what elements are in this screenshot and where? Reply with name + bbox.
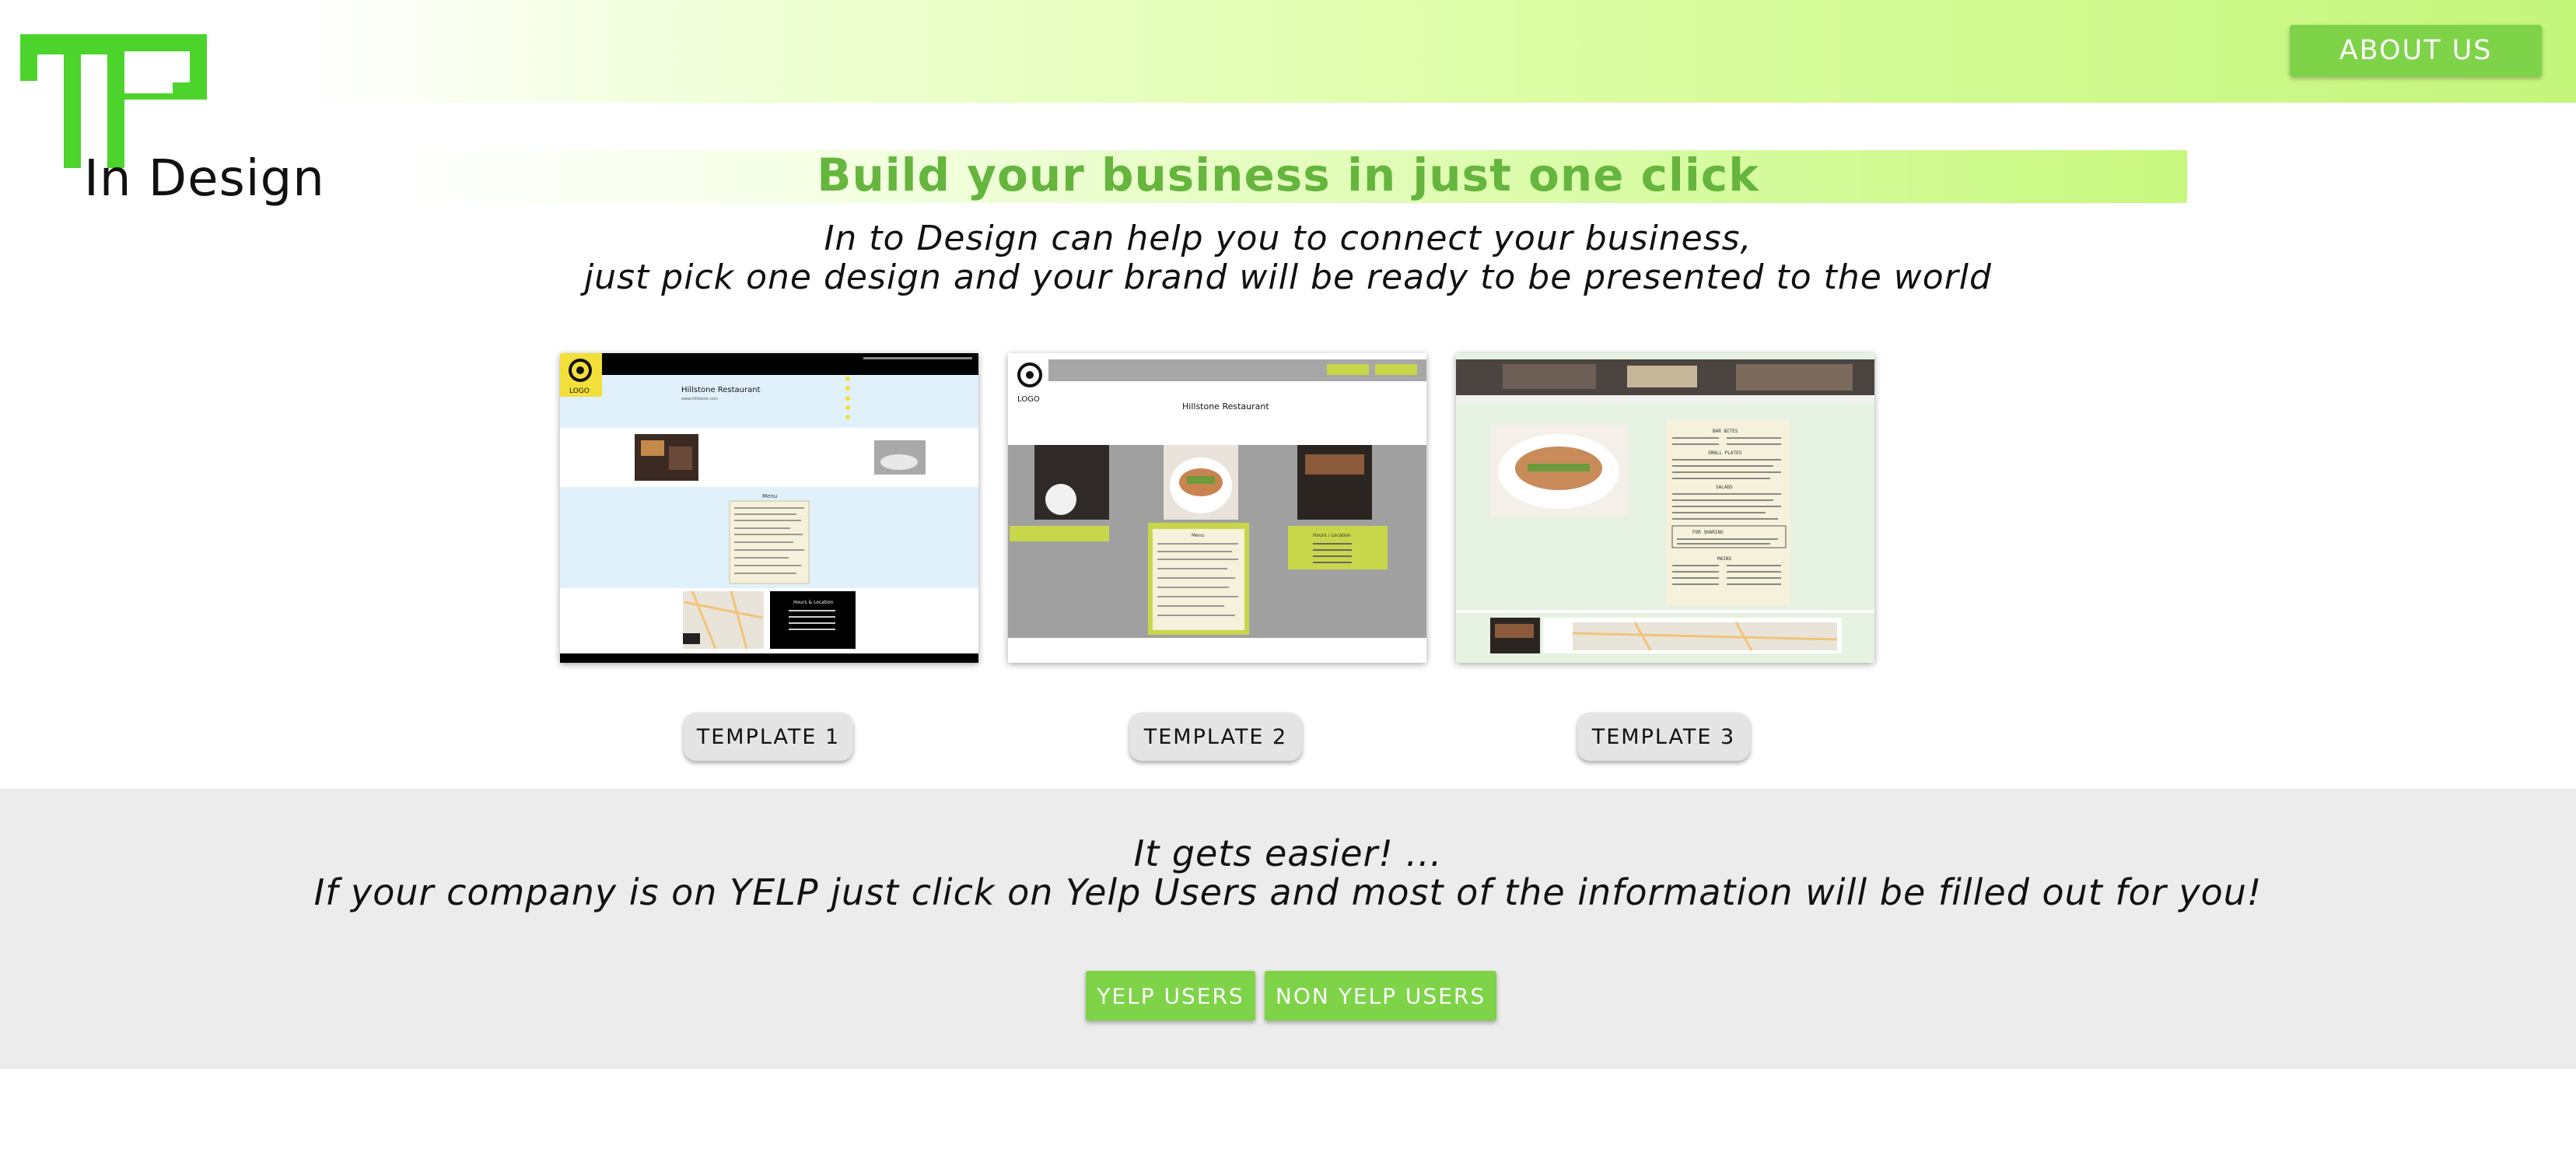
template-1-button[interactable]: TEMPLATE 1 xyxy=(684,713,853,761)
yelp-section xyxy=(0,789,2576,1069)
yelp-users-button[interactable]: YELP USERS xyxy=(1086,971,1255,1021)
yelp-message-line-2: If your company is on YELP just click on… xyxy=(313,871,2263,913)
subtitle-line-2: just pick one design and your brand will… xyxy=(584,257,1992,297)
template-1-preview-image: LOGO Hillstone Restaurant www.hillstone.… xyxy=(560,353,978,663)
t3-salads: SALADS xyxy=(1716,485,1733,490)
t2-hours-heading: Hours / Location xyxy=(1313,533,1351,538)
t3-mains: MAINS xyxy=(1717,556,1731,562)
t3-menu-title: BAR BITES xyxy=(1713,429,1738,434)
non-yelp-users-button[interactable]: NON YELP USERS xyxy=(1265,971,1496,1021)
hero-subtitle: In to Design can help you to connect you… xyxy=(0,219,2576,297)
t3-sharing: FOR SHARING xyxy=(1692,530,1724,535)
t2-menu-heading: Menu xyxy=(1192,533,1205,538)
header-gradient-band xyxy=(302,0,2576,103)
t2-title: Hillstone Restaurant xyxy=(1182,401,1269,412)
yelp-message-line-1: It gets easier! ... xyxy=(1133,832,1443,874)
page-headline: Build your business in just one click xyxy=(817,149,1759,201)
template-2-button[interactable]: TEMPLATE 2 xyxy=(1129,713,1302,761)
t1-tagline: www.hillstone.com xyxy=(681,397,718,401)
template-1-preview[interactable]: LOGO Hillstone Restaurant www.hillstone.… xyxy=(560,353,978,663)
t3-small-plates: SMALL PLATES xyxy=(1708,450,1742,456)
t1-hours-heading: Hours & Location xyxy=(793,600,834,605)
template-2-preview-image: LOGO Hillstone Restaurant Menu Hours / L… xyxy=(1008,353,1426,663)
template-3-preview[interactable]: BAR BITES SMALL PLATES SALADS FOR SHARIN… xyxy=(1456,353,1874,663)
about-us-button[interactable]: ABOUT US xyxy=(2290,25,2542,76)
subtitle-line-1: In to Design can help you to connect you… xyxy=(824,219,1752,258)
t2-logo-label: LOGO xyxy=(1017,395,1040,404)
template-3-preview-image: BAR BITES SMALL PLATES SALADS FOR SHARIN… xyxy=(1456,353,1874,663)
template-3-button[interactable]: TEMPLATE 3 xyxy=(1577,713,1750,761)
template-2-preview[interactable]: LOGO Hillstone Restaurant Menu Hours / L… xyxy=(1008,353,1426,663)
t1-logo-label: LOGO xyxy=(569,387,590,395)
yelp-message: It gets easier! ... If your company is o… xyxy=(0,834,2576,912)
t1-menu-heading: Menu xyxy=(762,493,777,499)
t1-title: Hillstone Restaurant xyxy=(681,386,761,394)
